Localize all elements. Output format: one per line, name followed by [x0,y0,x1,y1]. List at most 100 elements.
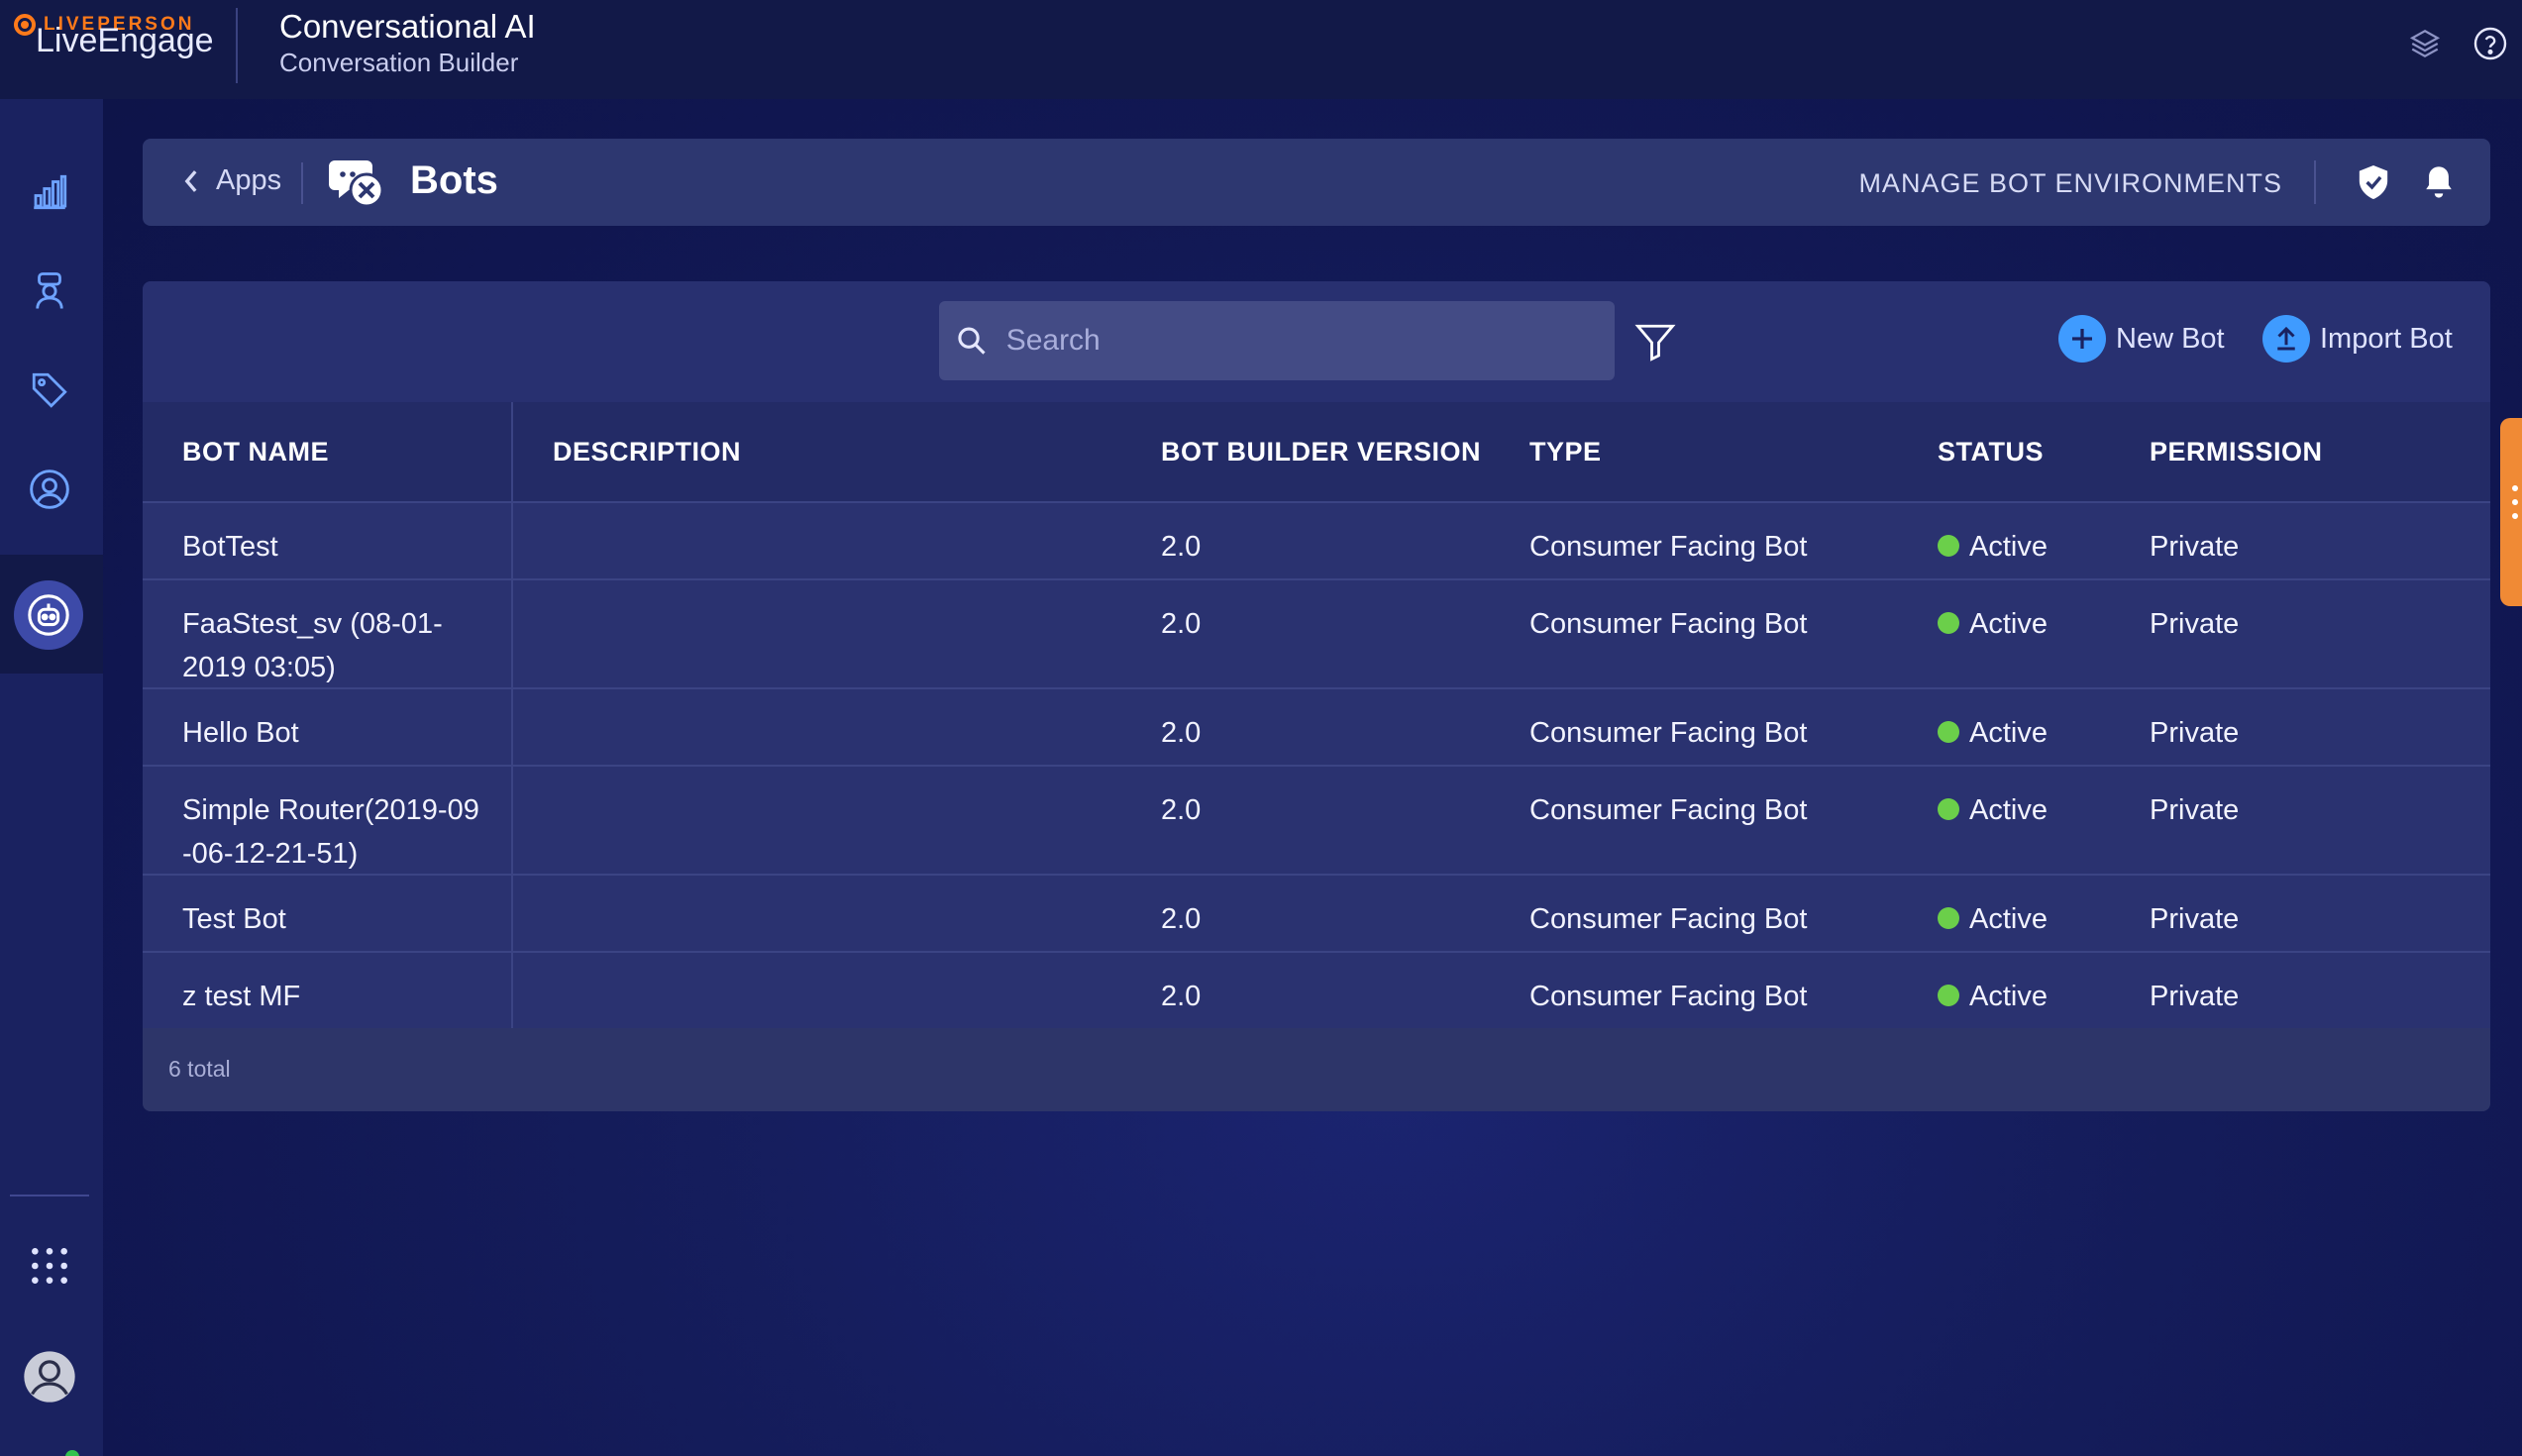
column-header-status[interactable]: STATUS [1898,402,2110,501]
bot-name-cell[interactable]: z test MF [143,953,513,1028]
status-text: Active [1969,717,2048,749]
bots-table-card: New Bot Import Bot BOT NAME DESCRIPTION … [143,281,2490,1111]
liveperson-logo-icon [14,14,36,36]
table-header-row: BOT NAME DESCRIPTION BOT BUILDER VERSION… [143,402,2490,503]
shield-icon[interactable] [2352,160,2395,204]
table-toolbar: New Bot Import Bot [143,281,2490,402]
status-text: Active [1969,794,2048,826]
chevron-left-icon [184,169,197,192]
type-cell: Consumer Facing Bot [1529,717,1808,749]
import-bot-button[interactable]: Import Bot [2262,315,2453,363]
version-cell: 2.0 [1161,531,1202,563]
tag-icon[interactable] [22,363,77,418]
back-to-apps-button[interactable]: Apps [180,164,281,197]
status-active-dot [1938,612,1959,634]
status-text: Active [1969,531,2048,563]
layers-icon[interactable] [2405,24,2445,63]
new-bot-button[interactable]: New Bot [2058,315,2225,363]
version-cell: 2.0 [1161,794,1202,826]
page-header: Apps Bots MANAGE BOT ENVIRONMENTS [143,139,2490,226]
bot-name-cell[interactable]: Hello Bot [143,689,513,765]
bell-icon[interactable] [2417,160,2461,204]
column-header-version[interactable]: BOT BUILDER VERSION [1121,402,1490,501]
permission-cell: Private [2150,531,2240,563]
type-cell: Consumer Facing Bot [1529,794,1808,826]
status-text: Active [1969,903,2048,935]
new-bot-label: New Bot [2116,322,2225,355]
status-cell: Active [1898,580,2110,687]
table-row[interactable]: Test Bot 2.0 Consumer Facing Bot Active … [143,876,2490,953]
bot-name-cell[interactable]: Test Bot [143,876,513,951]
page-header-divider [301,162,303,204]
search-input[interactable] [1005,324,1615,358]
table-footer: 6 total [143,1028,2490,1111]
table-row[interactable]: Hello Bot 2.0 Consumer Facing Bot Active… [143,689,2490,767]
version-cell: 2.0 [1161,981,1202,1012]
description-cell [513,503,1121,578]
table-row[interactable]: BotTest 2.0 Consumer Facing Bot Active P… [143,503,2490,580]
column-header-description[interactable]: DESCRIPTION [513,402,1121,501]
status-cell: Active [1898,503,2110,578]
bot-name-cell[interactable]: BotTest [143,503,513,578]
bot-icon[interactable] [14,580,83,650]
permission-cell: Private [2150,608,2240,640]
status-cell: Active [1898,953,2110,1028]
status-active-dot [1938,535,1959,557]
description-cell [513,580,1121,687]
status-active-dot [1938,907,1959,929]
table-row[interactable]: z test MF 2.0 Consumer Facing Bot Active… [143,953,2490,1030]
total-count: 6 total [168,1056,231,1082]
apps-grid-icon[interactable] [22,1238,77,1294]
app-title: Conversational AI [279,8,536,45]
more-vertical-icon [2512,485,2518,519]
type-cell: Consumer Facing Bot [1529,531,1808,563]
brand-name: LiveEngage [36,22,214,59]
header-divider [236,8,238,83]
table-row[interactable]: Simple Router(2019-09-06-12-21-51) 2.0 C… [143,767,2490,876]
status-cell: Active [1898,876,2110,951]
status-active-dot [1938,985,1959,1006]
nav-divider [10,1195,89,1196]
search-box [939,301,1615,380]
permission-cell: Private [2150,903,2240,935]
manage-bot-environments-button[interactable]: MANAGE BOT ENVIRONMENTS [1858,168,2282,199]
page-title: Bots [410,158,498,202]
filter-icon[interactable] [1630,317,1680,366]
column-header-bot-name[interactable]: BOT NAME [143,402,513,501]
table-row[interactable]: FaaStest_sv (08-01-2019 03:05) 2.0 Consu… [143,580,2490,689]
user-icon[interactable] [22,462,77,517]
back-label: Apps [216,164,282,196]
column-header-permission[interactable]: PERMISSION [2110,402,2490,501]
agent-icon[interactable] [22,263,77,319]
status-cell: Active [1898,689,2110,765]
status-cell: Active [1898,767,2110,874]
bot-name-cell[interactable]: Simple Router(2019-09-06-12-21-51) [143,767,513,874]
bots-table: BOT NAME DESCRIPTION BOT BUILDER VERSION… [143,402,2490,1030]
analytics-icon[interactable] [22,164,77,220]
permission-cell: Private [2150,794,2240,826]
avatar-icon[interactable] [22,1349,77,1404]
bot-name-cell[interactable]: FaaStest_sv (08-01-2019 03:05) [143,580,513,687]
online-status-dot [63,1448,81,1456]
status-text: Active [1969,608,2048,640]
search-icon [958,327,986,355]
status-active-dot [1938,721,1959,743]
help-icon[interactable] [2470,24,2510,63]
permission-cell: Private [2150,717,2240,749]
page-header-divider-right [2314,160,2316,204]
description-cell [513,767,1121,874]
side-panel-tab[interactable] [2500,418,2522,606]
left-nav [0,99,103,1456]
bots-section-icon [327,155,386,210]
type-cell: Consumer Facing Bot [1529,903,1808,935]
description-cell [513,876,1121,951]
permission-cell: Private [2150,981,2240,1012]
column-header-type[interactable]: TYPE [1490,402,1898,501]
description-cell [513,953,1121,1028]
top-bar: LIVEPERSON LiveEngage Conversational AI … [0,0,2522,99]
type-cell: Consumer Facing Bot [1529,608,1808,640]
version-cell: 2.0 [1161,717,1202,749]
plus-icon [2058,315,2106,363]
app-subtitle: Conversation Builder [279,48,519,77]
type-cell: Consumer Facing Bot [1529,981,1808,1012]
